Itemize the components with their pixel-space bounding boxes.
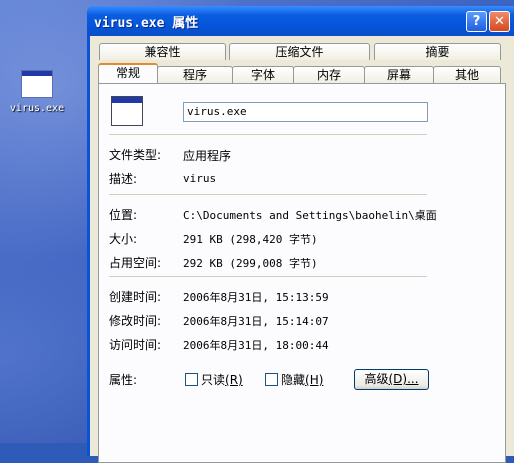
help-icon: ? xyxy=(472,14,481,29)
separator xyxy=(109,194,427,195)
separator xyxy=(109,276,427,277)
tab-program[interactable]: 程序 xyxy=(157,66,233,83)
tab-compressed[interactable]: 压缩文件 xyxy=(229,43,370,60)
size-on-disk-value: 292 KB (299,008 字节) xyxy=(183,257,318,270)
readonly-accel: (R) xyxy=(225,373,243,387)
attributes-label: 属性: xyxy=(109,373,138,387)
properties-window: virus.exe 属性 ? ✕ 兼容性 压缩文件 摘要 常规 程序 字体 内存… xyxy=(87,6,514,463)
readonly-checkbox[interactable] xyxy=(185,373,198,386)
size-label: 大小: xyxy=(109,232,138,246)
tab-memory[interactable]: 内存 xyxy=(293,66,365,83)
tab-screen[interactable]: 屏幕 xyxy=(364,66,434,83)
location-label: 位置: xyxy=(109,208,138,222)
created-value: 2006年8月31日, 15:13:59 xyxy=(183,291,329,304)
created-label: 创建时间: xyxy=(109,290,162,304)
file-type-value: 应用程序 xyxy=(183,149,232,163)
modified-label: 修改时间: xyxy=(109,314,162,328)
desktop-icon-virus[interactable]: virus.exe xyxy=(6,70,68,114)
program-icon xyxy=(21,70,53,98)
file-name-input[interactable]: virus.exe xyxy=(183,102,428,122)
tab-compatibility[interactable]: 兼容性 xyxy=(99,43,226,60)
accessed-value: 2006年8月31日, 18:00:44 xyxy=(183,339,329,352)
desktop-icon-label: virus.exe xyxy=(9,103,65,114)
advanced-accel: (D)... xyxy=(388,372,419,386)
tab-summary[interactable]: 摘要 xyxy=(374,43,501,60)
advanced-button[interactable]: 高级(D)... xyxy=(354,369,429,390)
size-on-disk-label: 占用空间: xyxy=(109,256,162,270)
file-type-label: 文件类型: xyxy=(109,148,162,162)
location-value: C:\Documents and Settings\baohelin\桌面 xyxy=(183,209,437,222)
readonly-label[interactable]: 只读(R) xyxy=(201,371,243,388)
tab-font[interactable]: 字体 xyxy=(232,66,294,83)
size-value: 291 KB (298,420 字节) xyxy=(183,233,318,246)
accessed-label: 访问时间: xyxy=(109,338,162,352)
tab-general[interactable]: 常规 xyxy=(98,63,158,83)
tab-other[interactable]: 其他 xyxy=(433,66,501,83)
close-button[interactable]: ✕ xyxy=(489,11,510,32)
program-icon xyxy=(111,96,143,126)
hidden-checkbox[interactable] xyxy=(265,373,278,386)
close-icon: ✕ xyxy=(494,14,505,29)
window-title: virus.exe 属性 xyxy=(94,16,199,31)
description-value: virus xyxy=(183,172,217,185)
dialog-client: 兼容性 压缩文件 摘要 常规 程序 字体 内存 屏幕 其他 virus.exe … xyxy=(90,36,514,463)
modified-value: 2006年8月31日, 15:14:07 xyxy=(183,315,329,328)
separator xyxy=(109,134,427,135)
hidden-label[interactable]: 隐藏(H) xyxy=(281,371,323,388)
hidden-accel: (H) xyxy=(305,373,324,387)
general-panel: virus.exe 文件类型: 应用程序 描述: virus 位置: C:\Do… xyxy=(98,83,506,463)
description-label: 描述: xyxy=(109,172,138,186)
help-button[interactable]: ? xyxy=(466,11,487,32)
title-bar[interactable]: virus.exe 属性 ? ✕ xyxy=(87,6,514,36)
